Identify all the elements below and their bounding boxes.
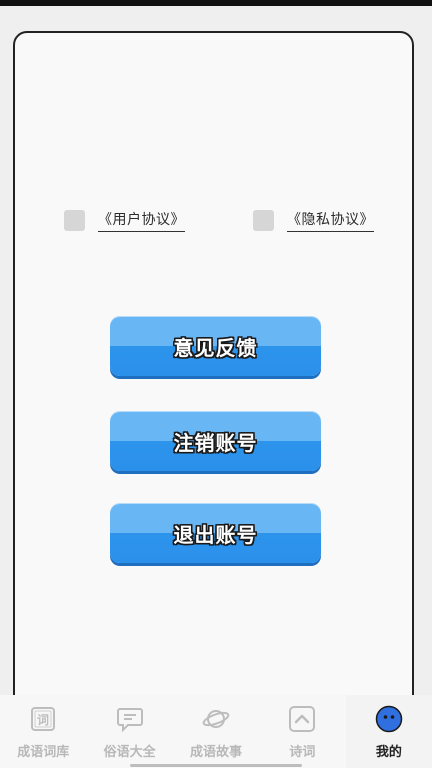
tab-poetry[interactable]: 诗词 <box>259 695 345 768</box>
tab-label: 成语故事 <box>190 745 243 760</box>
planet-icon <box>202 705 230 733</box>
user-agreement-row: 《用户协议》 <box>64 207 185 233</box>
tab-proverbs[interactable]: 俗语大全 <box>86 695 172 768</box>
tab-label: 诗词 <box>289 745 316 760</box>
privacy-policy-link[interactable]: 《隐私协议》 <box>287 209 374 232</box>
avatar-icon <box>375 705 403 733</box>
user-agreement-link[interactable]: 《用户协议》 <box>98 209 185 232</box>
logout-button[interactable]: 退出账号 <box>110 503 321 563</box>
logout-button-label: 退出账号 <box>173 522 258 547</box>
dictionary-icon: 词 <box>29 705 57 733</box>
tab-label: 我的 <box>375 745 402 760</box>
feedback-button[interactable]: 意见反馈 <box>110 316 321 376</box>
tab-mine[interactable]: 我的 <box>345 695 432 768</box>
feedback-button-label: 意见反馈 <box>173 335 258 360</box>
privacy-policy-checkbox[interactable] <box>253 209 274 231</box>
home-indicator[interactable] <box>130 764 302 767</box>
status-bar <box>0 0 432 6</box>
tab-idiom-stories[interactable]: 成语故事 <box>173 695 259 768</box>
settings-card <box>13 31 414 751</box>
chat-bubble-icon <box>116 705 144 733</box>
chevron-up-icon <box>288 705 316 733</box>
tab-label: 成语词库 <box>17 745 70 760</box>
user-agreement-checkbox[interactable] <box>64 209 85 231</box>
tab-idiom-dict[interactable]: 词 成语词库 <box>0 695 86 768</box>
svg-text:词: 词 <box>37 713 49 727</box>
privacy-policy-row: 《隐私协议》 <box>253 207 374 233</box>
bottom-tab-bar: 词 成语词库 俗语大全 成语故事 诗词 我的 <box>0 695 432 768</box>
delete-account-button[interactable]: 注销账号 <box>110 411 321 471</box>
tab-label: 俗语大全 <box>103 745 156 760</box>
delete-account-button-label: 注销账号 <box>173 430 258 455</box>
